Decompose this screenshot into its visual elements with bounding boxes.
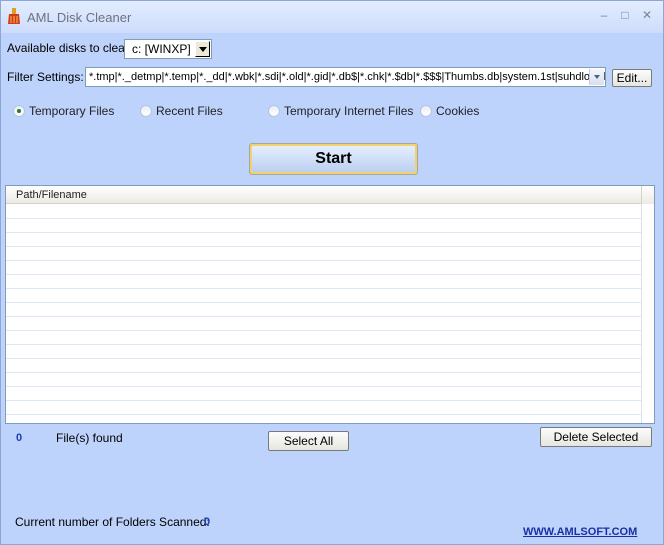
delete-selected-button[interactable]: Delete Selected <box>540 427 652 447</box>
grid-line <box>6 400 641 401</box>
folders-scanned-count: 0 <box>204 516 211 528</box>
folders-scanned-label: Current number of Folders Scanned: <box>15 515 210 529</box>
disk-select-value: c: [WINXP] <box>132 42 191 56</box>
grid-line <box>6 274 641 275</box>
grid-line <box>6 358 641 359</box>
grid-line <box>6 288 641 289</box>
radio-temporary-internet-files[interactable] <box>268 105 280 117</box>
website-link[interactable]: WWW.AMLSOFT.COM <box>523 526 637 538</box>
grid-line <box>6 260 641 261</box>
radio-label-cookies: Cookies <box>436 104 480 118</box>
maximize-icon[interactable]: □ <box>618 8 632 22</box>
grid-line <box>6 302 641 303</box>
app-window: AML Disk Cleaner – □ ✕ Available disks t… <box>0 0 664 545</box>
grid-line <box>6 232 641 233</box>
files-found-label: File(s) found <box>56 431 123 445</box>
window-title: AML Disk Cleaner <box>27 10 132 25</box>
radio-recent-files[interactable] <box>140 105 152 117</box>
filter-combo[interactable]: *.tmp|*._detmp|*.temp|*._dd|*.wbk|*.sdi|… <box>85 67 606 87</box>
edit-filter-button[interactable]: Edit... <box>612 69 652 87</box>
grid-line <box>6 218 641 219</box>
disks-label: Available disks to clean: <box>7 41 135 55</box>
filter-label: Filter Settings: <box>7 70 84 84</box>
column-header-label: Path/Filename <box>16 189 87 201</box>
column-divider <box>641 204 642 423</box>
title-bar[interactable]: AML Disk Cleaner – □ ✕ <box>1 1 663 33</box>
radio-label-recent-files: Recent Files <box>156 104 223 118</box>
select-all-button[interactable]: Select All <box>268 431 349 451</box>
filter-value: *.tmp|*._detmp|*.temp|*._dd|*.wbk|*.sdi|… <box>89 71 606 83</box>
radio-cookies[interactable] <box>420 105 432 117</box>
radio-label-temporary-internet-files: Temporary Internet Files <box>284 104 414 118</box>
disk-select[interactable]: c: [WINXP] <box>124 39 212 59</box>
files-found-count: 0 <box>16 432 23 444</box>
column-header-path[interactable]: Path/Filename <box>6 186 641 204</box>
grid-line <box>6 246 641 247</box>
radio-temporary-files[interactable] <box>13 105 25 117</box>
grid-line <box>6 344 641 345</box>
close-icon[interactable]: ✕ <box>640 8 654 22</box>
chevron-down-icon[interactable] <box>589 69 604 85</box>
grid-line <box>6 414 641 415</box>
start-button[interactable]: Start <box>249 143 418 175</box>
grid-line <box>6 372 641 373</box>
grid-line <box>6 330 641 331</box>
chevron-down-icon[interactable] <box>195 41 210 57</box>
column-header-filler <box>641 186 654 204</box>
file-list[interactable]: Path/Filename <box>5 185 655 424</box>
radio-label-temporary-files: Temporary Files <box>29 104 115 118</box>
broom-icon <box>8 8 20 24</box>
grid-line <box>6 386 641 387</box>
minimize-icon[interactable]: – <box>597 8 611 22</box>
grid-line <box>6 316 641 317</box>
